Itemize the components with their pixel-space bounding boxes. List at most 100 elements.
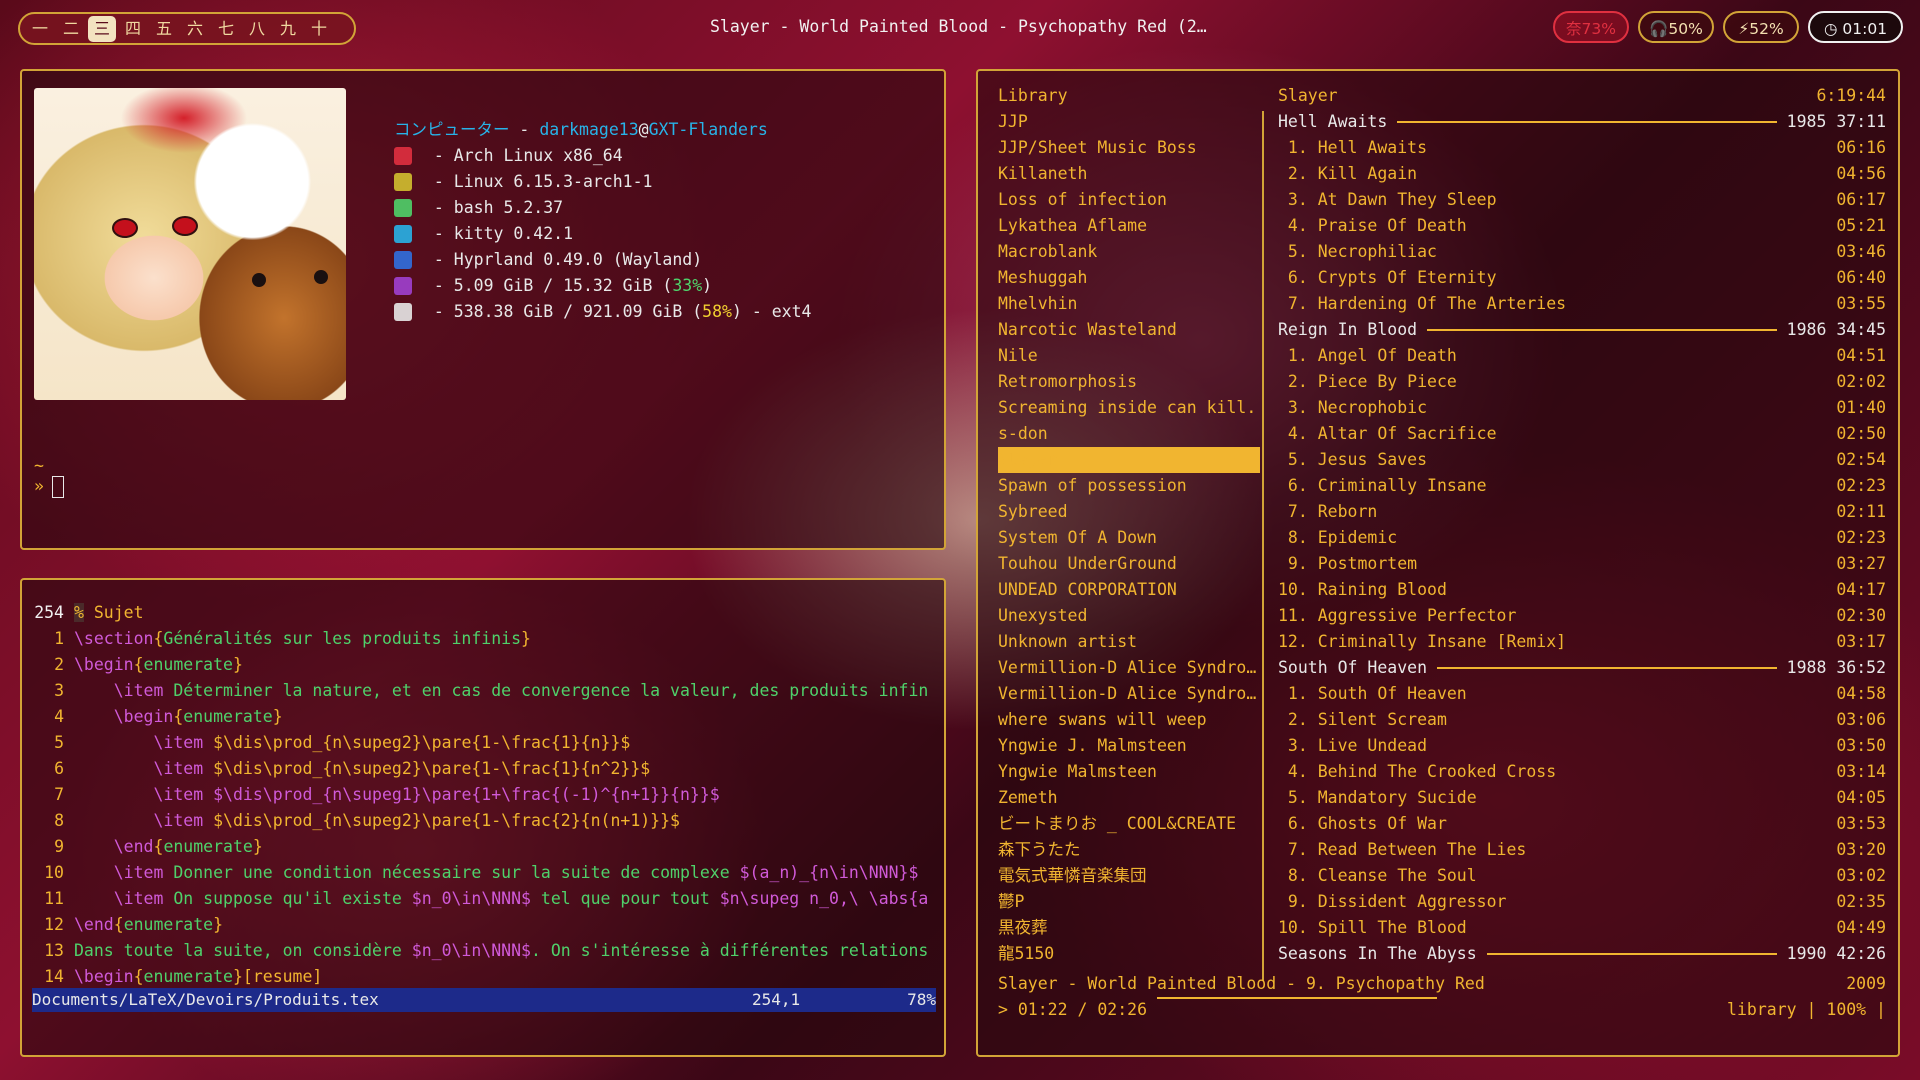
library-item[interactable]: Spawn of possession — [998, 473, 1260, 499]
track-item[interactable]: 3. Live Undead 03:50 — [1278, 733, 1886, 759]
library-item[interactable]: Unknown artist — [998, 629, 1260, 655]
fetch-row: - kitty 0.42.1 — [394, 221, 811, 247]
library-item[interactable]: 鬱P — [998, 889, 1260, 915]
track-item[interactable]: 6. Criminally Insane 02:23 — [1278, 473, 1886, 499]
library-item[interactable]: Slayer — [998, 447, 1260, 473]
library-item[interactable]: 龍5150 — [998, 941, 1260, 967]
library-item[interactable]: s-don — [998, 421, 1260, 447]
network-indicator[interactable]: 奈73% — [1553, 11, 1629, 43]
library-item[interactable]: UNDEAD CORPORATION — [998, 577, 1260, 603]
library-item[interactable]: Narcotic Wasteland — [998, 317, 1260, 343]
track-item[interactable]: 8. Cleanse The Soul 03:02 — [1278, 863, 1886, 889]
library-item[interactable]: Sybreed — [998, 499, 1260, 525]
workspace-6[interactable]: 六 — [181, 16, 209, 42]
track-item[interactable]: 7. Read Between The Lies 03:20 — [1278, 837, 1886, 863]
library-item[interactable]: 電気式華憐音楽集団 — [998, 863, 1260, 889]
track-item[interactable]: 5. Necrophiliac 03:46 — [1278, 239, 1886, 265]
track-item[interactable]: 6. Crypts Of Eternity 06:40 — [1278, 265, 1886, 291]
track-item[interactable]: 9. Dissident Aggressor 02:35 — [1278, 889, 1886, 915]
track-item[interactable]: 4. Behind The Crooked Cross 03:14 — [1278, 759, 1886, 785]
library-item[interactable]: Loss of infection — [998, 187, 1260, 213]
library-item[interactable]: JJP/Sheet Music Boss — [998, 135, 1260, 161]
now-playing-bar: Slayer - World Painted Blood - 9. Psycho… — [998, 971, 1886, 1023]
track-item[interactable]: 10. Raining Blood 04:17 — [1278, 577, 1886, 603]
track-item[interactable]: 5. Jesus Saves 02:54 — [1278, 447, 1886, 473]
editor-line: 14 \begin{enumerate}[resume] — [44, 967, 323, 986]
library-item[interactable]: JJP — [998, 109, 1260, 135]
album-header[interactable]: Seasons In The Abyss 1990 42:26 — [1278, 941, 1886, 967]
track-item[interactable]: 2. Kill Again 04:56 — [1278, 161, 1886, 187]
library-item[interactable]: Vermillion-D Alice Syndro… — [998, 681, 1260, 707]
library-item[interactable]: Killaneth — [998, 161, 1260, 187]
track-item[interactable]: 7. Reborn 02:11 — [1278, 499, 1886, 525]
workspace-switcher[interactable]: 一二三四五六七八九十 — [18, 12, 356, 45]
track-item[interactable]: 7. Hardening Of The Arteries 03:55 — [1278, 291, 1886, 317]
track-item[interactable]: 1. Angel Of Death 04:51 — [1278, 343, 1886, 369]
system-info: コンピューター - darkmage13@GXT-Flanders - Arch… — [394, 117, 811, 325]
editor-terminal[interactable]: 254% Sujet 1 \section{Généralités sur les … — [20, 578, 946, 1057]
library-item[interactable]: Touhou UnderGround — [998, 551, 1260, 577]
progress-bar[interactable] — [1157, 997, 1438, 999]
library-item[interactable]: 黒夜葬 — [998, 915, 1260, 941]
library-item[interactable]: Vermillion-D Alice Syndro… — [998, 655, 1260, 681]
volume-indicator[interactable]: 🎧50% — [1638, 11, 1714, 43]
track-item[interactable]: 9. Postmortem 03:27 — [1278, 551, 1886, 577]
shell-prompt[interactable]: ~ » — [34, 456, 64, 498]
fetch-terminal[interactable]: コンピューター - darkmage13@GXT-Flanders - Arch… — [20, 69, 946, 550]
workspace-10[interactable]: 十 — [305, 16, 333, 42]
library-item[interactable]: Lykathea Aflame — [998, 213, 1260, 239]
library-item[interactable]: Screaming inside can kill. — [998, 395, 1260, 421]
fetch-row: - 538.38 GiB / 921.09 GiB (58%) - ext4 — [394, 299, 811, 325]
workspace-8[interactable]: 八 — [243, 16, 271, 42]
track-item[interactable]: 2. Silent Scream 03:06 — [1278, 707, 1886, 733]
workspace-4[interactable]: 四 — [119, 16, 147, 42]
library-item[interactable]: Retromorphosis — [998, 369, 1260, 395]
track-item[interactable]: 3. At Dawn They Sleep 06:17 — [1278, 187, 1886, 213]
album-header[interactable]: Reign In Blood 1986 34:45 — [1278, 317, 1886, 343]
track-item[interactable]: 5. Mandatory Sucide 04:05 — [1278, 785, 1886, 811]
memory-icon — [394, 277, 412, 295]
library-item[interactable]: Mhelvhin — [998, 291, 1260, 317]
headphones-icon: 🎧 — [1649, 20, 1669, 38]
track-item[interactable]: 4. Praise Of Death 05:21 — [1278, 213, 1886, 239]
library-item[interactable]: Unexysted — [998, 603, 1260, 629]
track-item[interactable]: 2. Piece By Piece 02:02 — [1278, 369, 1886, 395]
editor-buffer[interactable]: 254% Sujet 1 \section{Généralités sur les … — [32, 600, 936, 990]
track-item[interactable]: 4. Altar Of Sacrifice 02:50 — [1278, 421, 1886, 447]
track-item[interactable]: 3. Necrophobic 01:40 — [1278, 395, 1886, 421]
track-item[interactable]: 8. Epidemic 02:23 — [1278, 525, 1886, 551]
workspace-7[interactable]: 七 — [212, 16, 240, 42]
library-list[interactable]: Library JJP JJP/Sheet Music Boss Killaneth… — [998, 83, 1260, 967]
library-item[interactable]: Nile — [998, 343, 1260, 369]
workspace-5[interactable]: 五 — [150, 16, 178, 42]
fetch-row: - Hyprland 0.49.0 (Wayland) — [394, 247, 811, 273]
workspace-3[interactable]: 三 — [88, 15, 116, 42]
track-item[interactable]: 1. South Of Heaven 04:58 — [1278, 681, 1886, 707]
library-item[interactable]: Yngwie J. Malmsteen — [998, 733, 1260, 759]
library-item[interactable]: Meshuggah — [998, 265, 1260, 291]
music-player[interactable]: Library JJP JJP/Sheet Music Boss Killaneth… — [976, 69, 1900, 1057]
library-item[interactable]: System Of A Down — [998, 525, 1260, 551]
album-header[interactable]: South Of Heaven 1988 36:52 — [1278, 655, 1886, 681]
library-item[interactable]: ビートまりお _ COOL&CREATE — [998, 811, 1260, 837]
library-item[interactable]: 森下うたた — [998, 837, 1260, 863]
library-item[interactable]: Zemeth — [998, 785, 1260, 811]
album-header[interactable]: Hell Awaits 1985 37:11 — [1278, 109, 1886, 135]
workspace-2[interactable]: 二 — [57, 16, 85, 42]
cursor — [51, 476, 64, 498]
workspace-9[interactable]: 九 — [274, 16, 302, 42]
clock[interactable]: ◷ 01:01 — [1808, 11, 1903, 43]
editor-line: 1 \section{Généralités sur les produits i… — [54, 629, 531, 648]
editor-line: 11 \item On suppose qu'il existe $n_0\in… — [44, 889, 929, 908]
workspace-1[interactable]: 一 — [26, 16, 54, 42]
battery-indicator[interactable]: ⚡52% — [1723, 11, 1799, 43]
track-list[interactable]: Slayer 6:19:44 Hell Awaits 1985 37:11 1. H… — [1278, 83, 1886, 967]
track-item[interactable]: 11. Aggressive Perfector 02:30 — [1278, 603, 1886, 629]
library-item[interactable]: Macroblank — [998, 239, 1260, 265]
track-item[interactable]: 6. Ghosts Of War 03:53 — [1278, 811, 1886, 837]
track-item[interactable]: 10. Spill The Blood 04:49 — [1278, 915, 1886, 941]
library-item[interactable]: where swans will weep — [998, 707, 1260, 733]
track-item[interactable]: 12. Criminally Insane [Remix] 03:17 — [1278, 629, 1886, 655]
track-item[interactable]: 1. Hell Awaits 06:16 — [1278, 135, 1886, 161]
library-item[interactable]: Yngwie Malmsteen — [998, 759, 1260, 785]
